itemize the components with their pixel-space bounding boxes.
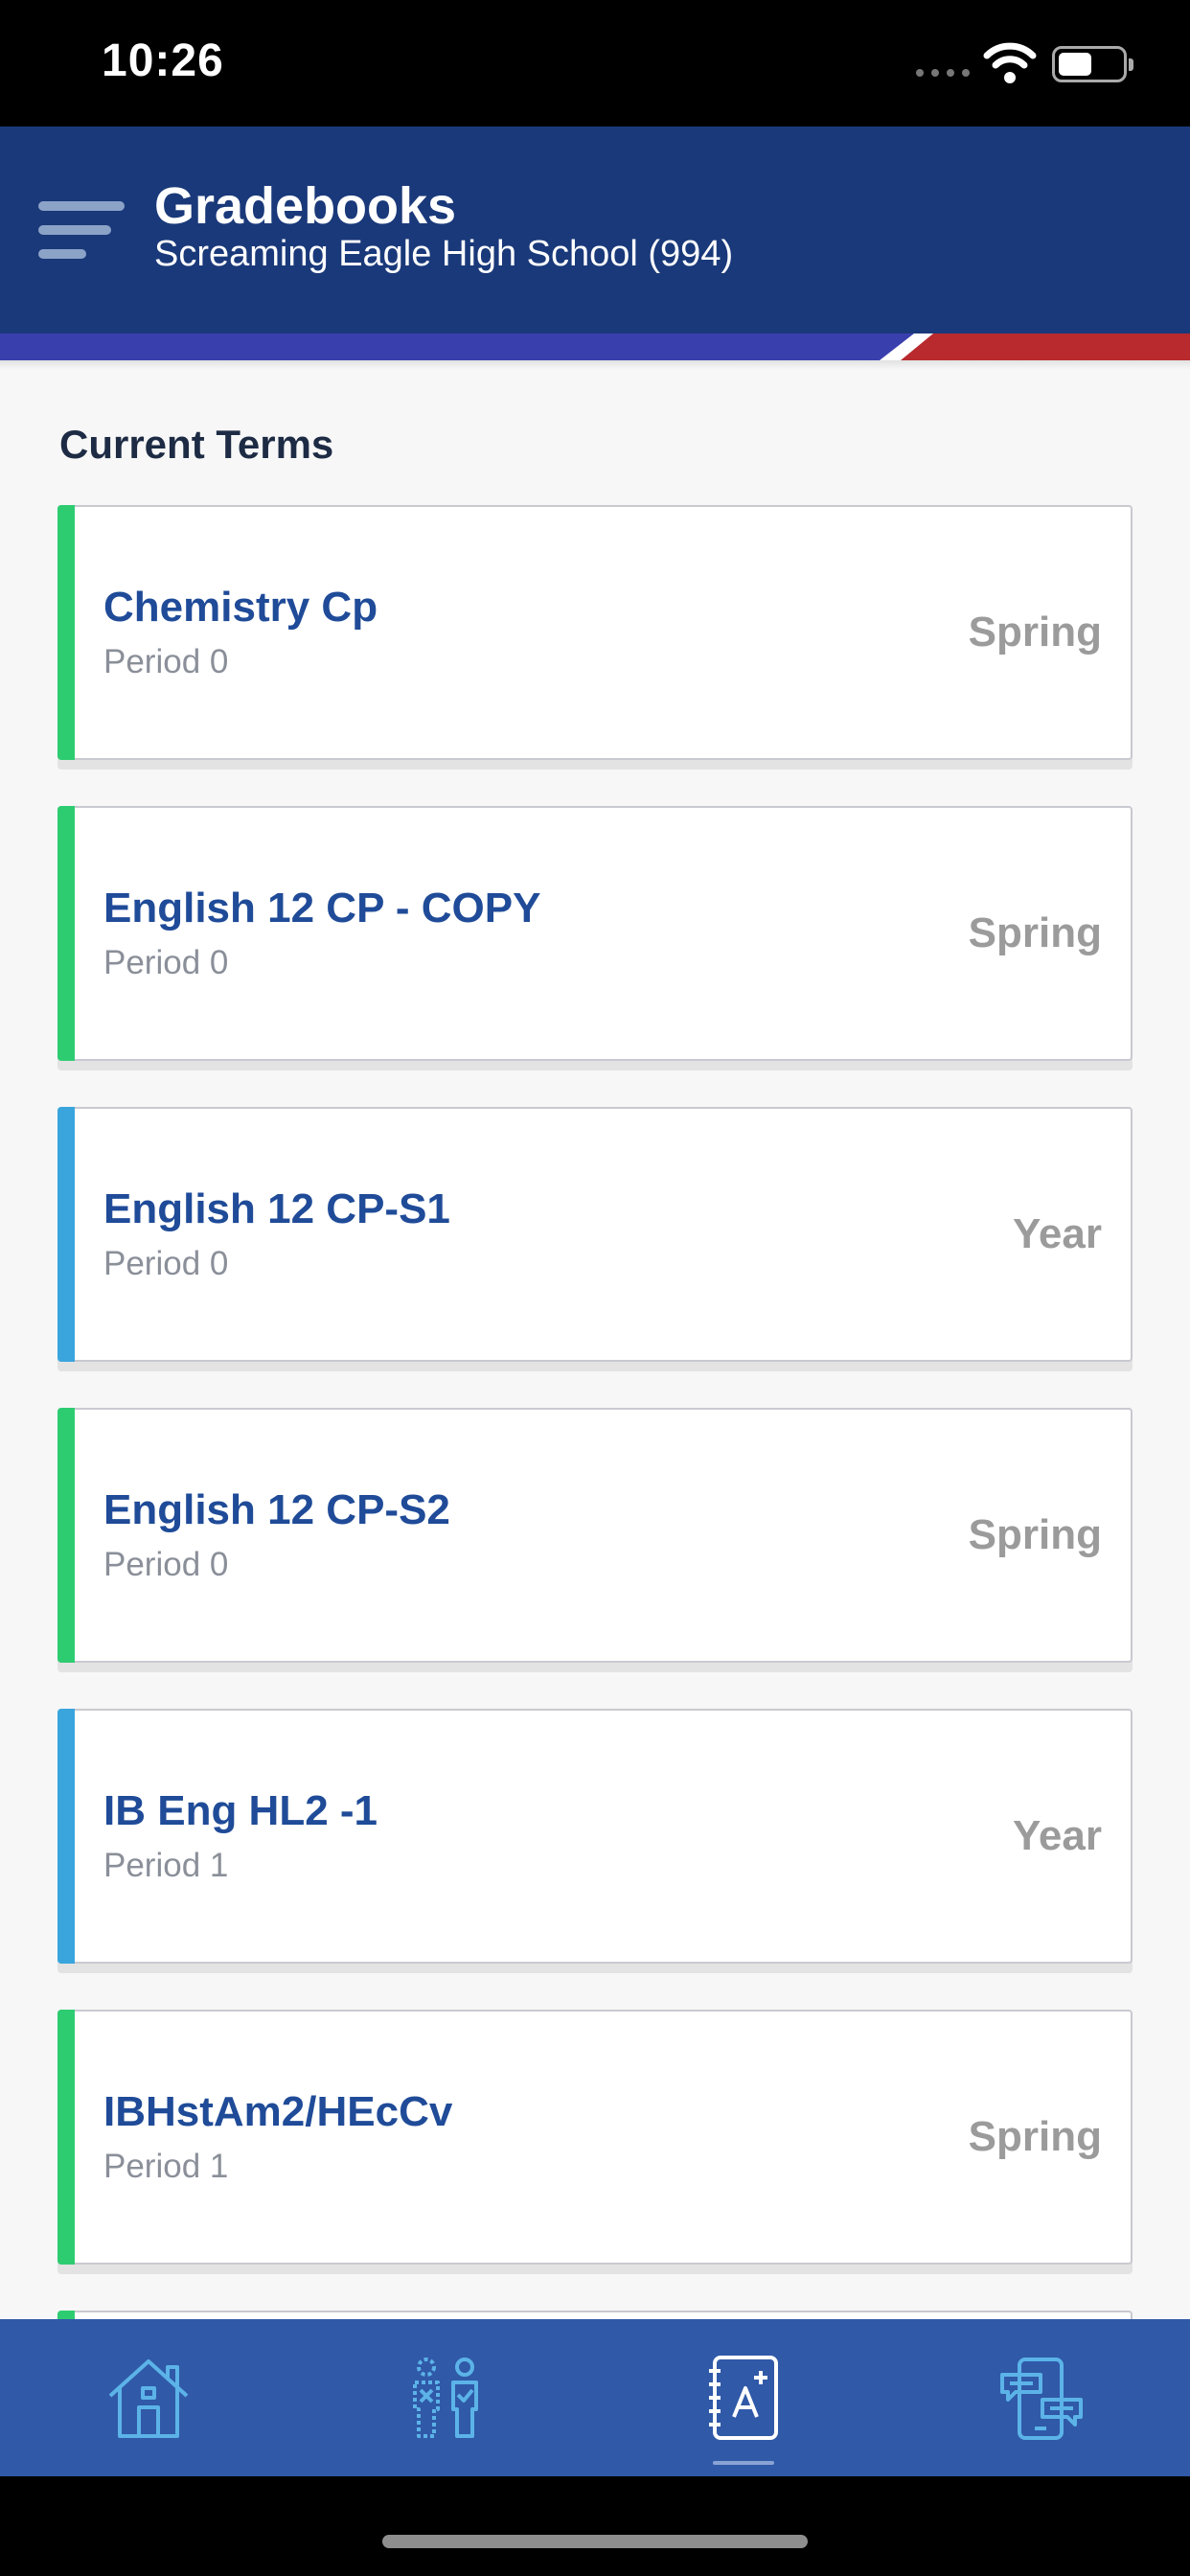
course-name: IB Eng HL2 -1 bbox=[103, 1787, 378, 1834]
course-period: Period 0 bbox=[103, 1546, 229, 1583]
status-time: 10:26 bbox=[102, 35, 224, 86]
course-name: English 12 CP - COPY bbox=[103, 885, 541, 932]
header-stripe bbox=[0, 334, 1190, 360]
active-tab-indicator bbox=[713, 2461, 774, 2465]
course-card[interactable]: Chemistry Cp Period 0 Spring bbox=[57, 505, 1133, 760]
gradebook-icon bbox=[709, 2356, 778, 2440]
page-title: Gradebooks bbox=[154, 177, 457, 235]
school-name: Screaming Eagle High School (994) bbox=[154, 234, 734, 274]
attendance-icon bbox=[413, 2358, 478, 2438]
nav-home[interactable] bbox=[0, 2319, 297, 2476]
course-period: Period 0 bbox=[103, 1245, 229, 1282]
course-term: Spring bbox=[968, 1511, 1102, 1558]
home-icon bbox=[108, 2359, 189, 2438]
term-accent-bar bbox=[57, 1408, 75, 1663]
course-name: English 12 CP-S1 bbox=[103, 1185, 450, 1232]
messages-icon bbox=[1000, 2358, 1083, 2440]
course-card[interactable]: English 12 CP-S1 Period 0 Year bbox=[57, 1107, 1133, 1362]
course-card[interactable]: IBHstAm2/HEcCv Period 1 Spring bbox=[57, 2010, 1133, 2265]
course-period: Period 1 bbox=[103, 1847, 229, 1884]
course-term: Year bbox=[1013, 1812, 1102, 1859]
course-card[interactable]: English 12 CP-S2 Period 0 Spring bbox=[57, 1408, 1133, 1663]
nav-attendance[interactable] bbox=[297, 2319, 594, 2476]
home-indicator-area bbox=[0, 2476, 1190, 2576]
term-accent-bar bbox=[57, 505, 75, 760]
header-shadow bbox=[0, 360, 1190, 370]
battery-icon bbox=[1052, 46, 1133, 82]
section-title: Current Terms bbox=[59, 422, 334, 467]
nav-messages[interactable] bbox=[892, 2319, 1189, 2476]
app-header: Gradebooks Screaming Eagle High School (… bbox=[0, 126, 1190, 334]
course-card[interactable]: IB Eng HL2 -1 Period 1 Year bbox=[57, 1709, 1133, 1964]
course-name: English 12 CP-S2 bbox=[103, 1486, 450, 1533]
course-period: Period 0 bbox=[103, 944, 229, 981]
bottom-nav bbox=[0, 2319, 1190, 2476]
course-term: Spring bbox=[968, 2113, 1102, 2160]
menu-icon[interactable] bbox=[38, 201, 125, 259]
term-accent-bar bbox=[57, 806, 75, 1061]
course-list: Chemistry Cp Period 0 Spring English 12 … bbox=[57, 505, 1133, 2576]
course-period: Period 0 bbox=[103, 643, 229, 680]
course-name: Chemistry Cp bbox=[103, 584, 378, 631]
course-period: Period 1 bbox=[103, 2148, 229, 2185]
term-accent-bar bbox=[57, 2010, 75, 2265]
wifi-icon bbox=[983, 42, 1037, 83]
course-card[interactable]: English 12 CP - COPY Period 0 Spring bbox=[57, 806, 1133, 1061]
term-accent-bar bbox=[57, 1709, 75, 1964]
nav-gradebook[interactable] bbox=[595, 2319, 892, 2476]
cellular-signal-icon bbox=[916, 69, 970, 77]
course-name: IBHstAm2/HEcCv bbox=[103, 2088, 453, 2135]
course-term: Spring bbox=[968, 609, 1102, 656]
course-term: Year bbox=[1013, 1210, 1102, 1257]
course-term: Spring bbox=[968, 909, 1102, 956]
home-indicator[interactable] bbox=[382, 2535, 808, 2548]
term-accent-bar bbox=[57, 1107, 75, 1362]
status-bar: 10:26 bbox=[0, 0, 1190, 126]
